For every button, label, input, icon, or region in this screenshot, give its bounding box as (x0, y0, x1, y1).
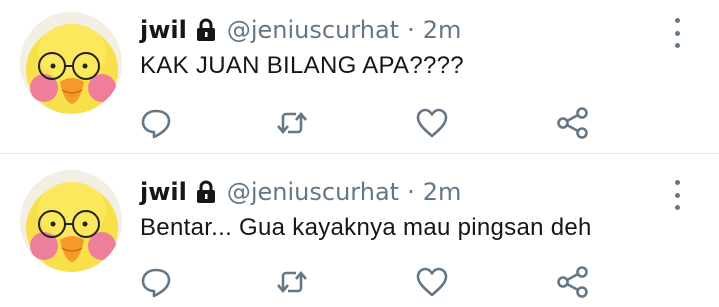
action-bar (0, 264, 719, 300)
share-icon (557, 266, 588, 298)
share-button[interactable] (555, 264, 591, 300)
separator-dot: · (407, 178, 415, 206)
avatar[interactable] (20, 170, 122, 272)
like-icon (416, 267, 448, 297)
tweet-text: Bentar... Gua kayaknya mau pingsan deh (140, 214, 592, 241)
like-button[interactable] (414, 105, 450, 141)
user-handle[interactable]: @jeniuscurhat (227, 176, 399, 208)
tweet[interactable]: jwil @jeniuscurhat · 2m Bentar... Gua ka… (0, 154, 719, 307)
more-vertical-icon[interactable] (666, 180, 688, 210)
retweet-button[interactable] (274, 264, 310, 300)
tweet-header: jwil @jeniuscurhat · 2m (140, 176, 461, 208)
separator-dot: · (407, 16, 415, 44)
more-vertical-icon[interactable] (666, 18, 688, 48)
retweet-button[interactable] (274, 105, 310, 141)
like-button[interactable] (414, 264, 450, 300)
share-button[interactable] (555, 105, 591, 141)
reply-button[interactable] (138, 105, 174, 141)
like-icon (416, 108, 448, 138)
avatar[interactable] (20, 12, 122, 114)
display-name[interactable]: jwil (140, 14, 187, 46)
lock-icon (195, 180, 217, 204)
reply-button[interactable] (138, 264, 174, 300)
timestamp[interactable]: 2m (423, 176, 462, 208)
reply-icon (141, 268, 171, 298)
tweet-header: jwil @jeniuscurhat · 2m (140, 14, 461, 46)
action-bar (0, 105, 719, 141)
retweet-icon (277, 270, 307, 294)
retweet-icon (277, 111, 307, 135)
share-icon (557, 107, 588, 139)
display-name[interactable]: jwil (140, 176, 187, 208)
tweet[interactable]: jwil @jeniuscurhat · 2m KAK JUAN BILANG … (0, 0, 719, 153)
user-handle[interactable]: @jeniuscurhat (227, 14, 399, 46)
timestamp[interactable]: 2m (423, 14, 462, 46)
tweet-text: KAK JUAN BILANG APA???? (140, 52, 464, 79)
reply-icon (141, 109, 171, 139)
lock-icon (195, 18, 217, 42)
